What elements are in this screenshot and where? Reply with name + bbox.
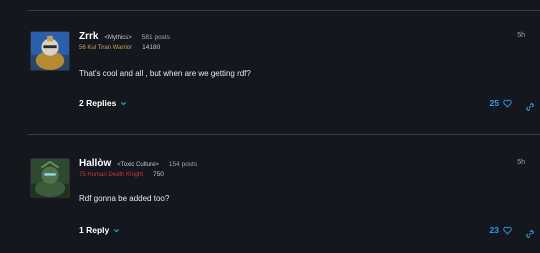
comment: Hallòw <Toxic Culture> 154 posts 75 Huma…	[0, 158, 540, 248]
avatar-image	[31, 32, 69, 70]
like-count: 23	[489, 225, 499, 235]
author-name[interactable]: Hallòw	[79, 158, 111, 169]
share-link-button[interactable]	[525, 99, 535, 111]
author-line: Hallòw <Toxic Culture> 154 posts	[79, 158, 197, 169]
chevron-down-icon	[121, 101, 127, 105]
heart-icon	[503, 226, 512, 235]
author-line: Zrrk <Mythics> 581 posts	[79, 31, 170, 42]
guild-tag: <Mythics>	[104, 35, 132, 41]
divider	[28, 134, 540, 135]
timestamp[interactable]: 5h	[517, 159, 525, 166]
like-count: 25	[489, 98, 499, 108]
replies-label: 2 Replies	[79, 98, 117, 108]
chevron-down-icon	[114, 228, 120, 232]
timestamp[interactable]: 5h	[517, 32, 525, 39]
like-button[interactable]: 25	[490, 98, 512, 108]
comment: Zrrk <Mythics> 581 posts 56 Kul Tiran Wa…	[0, 31, 540, 126]
guild-tag: <Toxic Culture>	[117, 162, 159, 168]
avatar-image	[31, 159, 69, 197]
author-name[interactable]: Zrrk	[79, 31, 98, 42]
avatar[interactable]	[30, 158, 70, 198]
like-button[interactable]: 23	[490, 225, 512, 235]
avatar[interactable]	[30, 31, 70, 71]
comment-body: That's cool and all , but when are we ge…	[79, 69, 251, 78]
link-icon	[526, 230, 534, 238]
heart-icon	[503, 99, 512, 108]
character-info: 56 Kul Tiran Warrior	[79, 45, 133, 51]
link-icon	[526, 103, 534, 111]
achievement-points: 750	[153, 171, 164, 178]
character-info: 75 Human Death Knight	[79, 172, 144, 178]
replies-toggle[interactable]: 1 Reply	[79, 225, 120, 235]
achievement-points: 14180	[142, 44, 161, 51]
post-count: 581 posts	[141, 34, 170, 41]
replies-label: 1 Reply	[79, 225, 110, 235]
comment-body: Rdf gonna be added too?	[79, 194, 170, 203]
share-link-button[interactable]	[525, 226, 535, 238]
character-line: 56 Kul Tiran Warrior 14180	[79, 44, 160, 51]
character-line: 75 Human Death Knight 750	[79, 171, 164, 178]
divider	[28, 10, 540, 11]
replies-toggle[interactable]: 2 Replies	[79, 98, 127, 108]
post-count: 154 posts	[168, 161, 198, 168]
comment-thread: Zrrk <Mythics> 581 posts 56 Kul Tiran Wa…	[0, 0, 540, 253]
